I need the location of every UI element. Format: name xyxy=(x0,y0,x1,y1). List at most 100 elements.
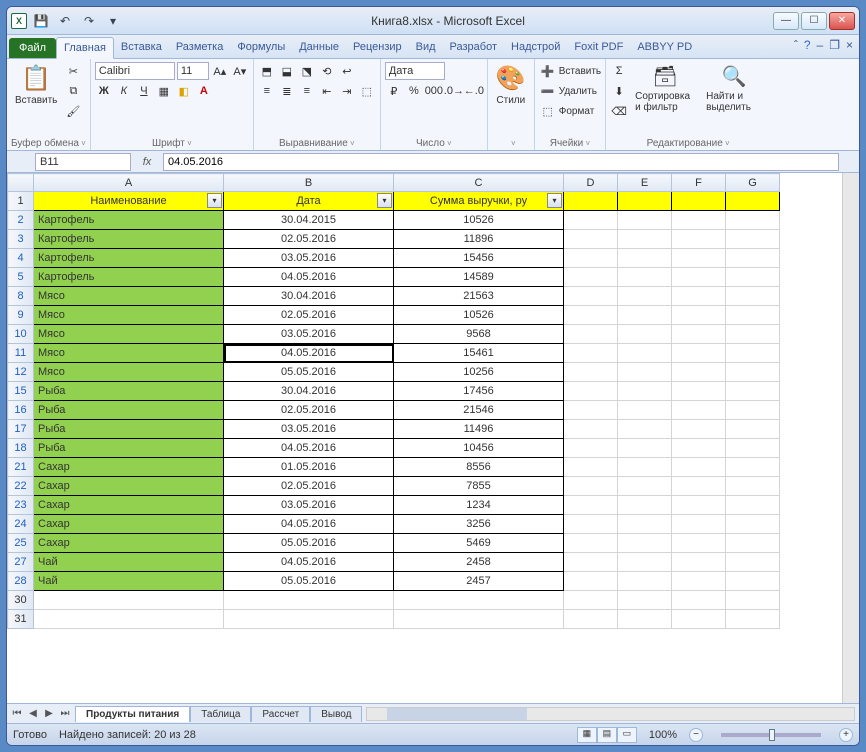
row-header[interactable]: 10 xyxy=(8,325,34,344)
cell[interactable] xyxy=(564,230,618,249)
zoom-out-button[interactable]: − xyxy=(689,728,703,742)
align-middle-button[interactable]: ⬓ xyxy=(278,62,296,80)
row-header[interactable]: 3 xyxy=(8,230,34,249)
cell[interactable] xyxy=(726,363,780,382)
formula-input[interactable] xyxy=(163,153,839,171)
align-right-button[interactable]: ≡ xyxy=(298,82,316,100)
cell[interactable] xyxy=(564,572,618,591)
row-header[interactable]: 18 xyxy=(8,439,34,458)
cell[interactable] xyxy=(618,268,672,287)
cell[interactable]: Чай xyxy=(34,553,224,572)
cell[interactable]: Мясо xyxy=(34,363,224,382)
ribbon-tab-рецензир[interactable]: Рецензир xyxy=(346,37,409,58)
cell[interactable] xyxy=(672,496,726,515)
row-header[interactable]: 31 xyxy=(8,610,34,629)
italic-button[interactable]: К xyxy=(115,82,133,100)
cell[interactable] xyxy=(618,591,672,610)
cell[interactable] xyxy=(672,325,726,344)
cell[interactable] xyxy=(564,477,618,496)
cell[interactable] xyxy=(618,192,672,211)
cell[interactable] xyxy=(224,591,394,610)
col-header-B[interactable]: B xyxy=(224,174,394,192)
row-header[interactable]: 12 xyxy=(8,363,34,382)
ribbon-tab-вид[interactable]: Вид xyxy=(409,37,443,58)
row-header[interactable]: 5 xyxy=(8,268,34,287)
align-top-button[interactable]: ⬒ xyxy=(258,62,276,80)
row-header[interactable]: 4 xyxy=(8,249,34,268)
minimize-button[interactable]: — xyxy=(773,12,799,30)
row-header[interactable]: 17 xyxy=(8,420,34,439)
cell[interactable] xyxy=(564,268,618,287)
cell[interactable] xyxy=(672,192,726,211)
increase-indent-button[interactable]: ⇥ xyxy=(338,82,356,100)
cell[interactable]: Сахар xyxy=(34,534,224,553)
cell[interactable] xyxy=(564,458,618,477)
cell[interactable]: 5469 xyxy=(394,534,564,553)
cell[interactable] xyxy=(672,211,726,230)
close-button[interactable]: ✕ xyxy=(829,12,855,30)
col-header-A[interactable]: A xyxy=(34,174,224,192)
align-center-button[interactable]: ≣ xyxy=(278,82,296,100)
cell[interactable]: 03.05.2016 xyxy=(224,496,394,515)
cell[interactable] xyxy=(672,553,726,572)
row-header[interactable]: 8 xyxy=(8,287,34,306)
wrap-text-button[interactable]: ↩ xyxy=(338,62,356,80)
cell[interactable] xyxy=(726,287,780,306)
cell[interactable]: 3256 xyxy=(394,515,564,534)
cell[interactable]: 10456 xyxy=(394,439,564,458)
row-header[interactable]: 21 xyxy=(8,458,34,477)
ribbon-tab-вставка[interactable]: Вставка xyxy=(114,37,169,58)
cell[interactable]: 11496 xyxy=(394,420,564,439)
cell[interactable] xyxy=(564,287,618,306)
qat-dropdown[interactable]: ▾ xyxy=(103,11,123,31)
cell[interactable]: 30.04.2016 xyxy=(224,287,394,306)
col-header-C[interactable]: C xyxy=(394,174,564,192)
cell[interactable]: 04.05.2016 xyxy=(224,344,394,363)
cell[interactable] xyxy=(618,287,672,306)
ribbon-minimize-icon[interactable]: ˆ xyxy=(794,38,798,52)
cell[interactable] xyxy=(618,439,672,458)
cell[interactable] xyxy=(564,192,618,211)
cell[interactable] xyxy=(672,268,726,287)
cell[interactable] xyxy=(618,401,672,420)
cell[interactable] xyxy=(672,515,726,534)
cell[interactable] xyxy=(672,610,726,629)
row-header[interactable]: 16 xyxy=(8,401,34,420)
cell[interactable] xyxy=(618,515,672,534)
cell[interactable] xyxy=(726,496,780,515)
cell[interactable] xyxy=(564,515,618,534)
copy-button[interactable]: ⧉ xyxy=(64,82,82,100)
cell[interactable] xyxy=(564,211,618,230)
cell[interactable]: Мясо xyxy=(34,306,224,325)
cell[interactable]: Картофель xyxy=(34,249,224,268)
workbook-restore-icon[interactable]: ❐ xyxy=(829,38,840,52)
cell[interactable] xyxy=(726,458,780,477)
cell[interactable] xyxy=(726,477,780,496)
cell[interactable] xyxy=(672,439,726,458)
row-header[interactable]: 25 xyxy=(8,534,34,553)
cell[interactable]: Мясо xyxy=(34,325,224,344)
cell[interactable] xyxy=(726,325,780,344)
cell[interactable]: 04.05.2016 xyxy=(224,439,394,458)
view-normal-button[interactable]: ▦ xyxy=(577,727,597,743)
cell[interactable] xyxy=(34,610,224,629)
help-icon[interactable]: ? xyxy=(804,38,811,52)
cell[interactable]: 15456 xyxy=(394,249,564,268)
find-select-button[interactable]: 🔍 Найти и выделить xyxy=(702,62,766,115)
cell[interactable] xyxy=(618,325,672,344)
maximize-button[interactable]: ☐ xyxy=(801,12,827,30)
row-header[interactable]: 30 xyxy=(8,591,34,610)
horizontal-scrollbar[interactable] xyxy=(366,707,855,721)
cell[interactable] xyxy=(726,534,780,553)
cell[interactable] xyxy=(618,610,672,629)
cell[interactable]: Чай xyxy=(34,572,224,591)
sheet-tab[interactable]: Продукты питания xyxy=(75,706,190,722)
grid[interactable]: ABCDEFG1Наименование▾Дата▾Сумма выручки,… xyxy=(7,173,842,703)
redo-button[interactable]: ↷ xyxy=(79,11,99,31)
cell[interactable] xyxy=(618,458,672,477)
ribbon-tab-разметка[interactable]: Разметка xyxy=(169,37,231,58)
fill-color-button[interactable]: ◧ xyxy=(175,82,193,100)
col-header-D[interactable]: D xyxy=(564,174,618,192)
cell[interactable] xyxy=(34,591,224,610)
ribbon-tab-foxit pdf[interactable]: Foxit PDF xyxy=(567,37,630,58)
